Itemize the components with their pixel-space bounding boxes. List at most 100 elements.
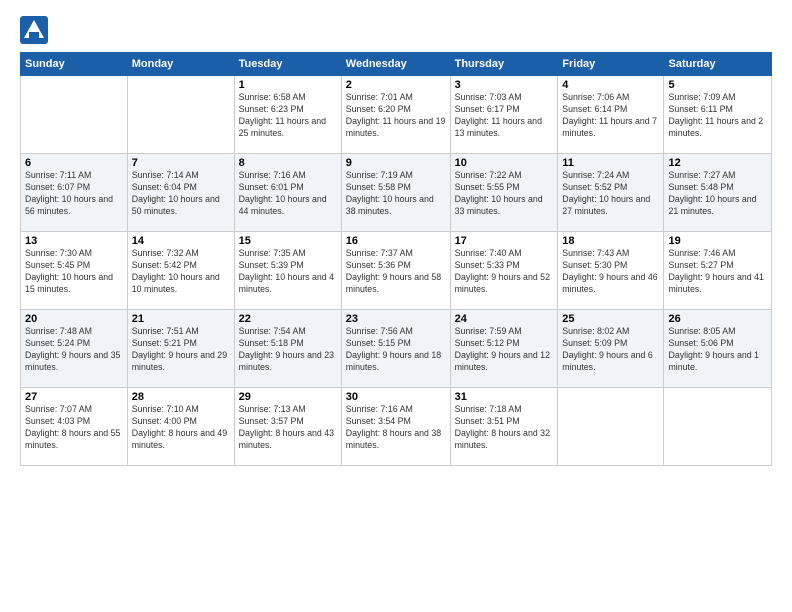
- calendar-cell: 23Sunrise: 7:56 AM Sunset: 5:15 PM Dayli…: [341, 310, 450, 388]
- calendar-cell: 24Sunrise: 7:59 AM Sunset: 5:12 PM Dayli…: [450, 310, 558, 388]
- day-info: Sunrise: 7:22 AM Sunset: 5:55 PM Dayligh…: [455, 170, 554, 218]
- day-number: 13: [25, 235, 123, 247]
- day-number: 27: [25, 391, 123, 403]
- day-info: Sunrise: 8:05 AM Sunset: 5:06 PM Dayligh…: [668, 326, 767, 374]
- day-number: 11: [562, 157, 659, 169]
- calendar-cell: 4Sunrise: 7:06 AM Sunset: 6:14 PM Daylig…: [558, 76, 664, 154]
- calendar-cell: 3Sunrise: 7:03 AM Sunset: 6:17 PM Daylig…: [450, 76, 558, 154]
- day-number: 15: [239, 235, 337, 247]
- calendar-cell: 7Sunrise: 7:14 AM Sunset: 6:04 PM Daylig…: [127, 154, 234, 232]
- page-header: [20, 16, 772, 44]
- week-row-2: 6Sunrise: 7:11 AM Sunset: 6:07 PM Daylig…: [21, 154, 772, 232]
- calendar-cell: 1Sunrise: 6:58 AM Sunset: 6:23 PM Daylig…: [234, 76, 341, 154]
- day-number: 23: [346, 313, 446, 325]
- calendar-cell: 9Sunrise: 7:19 AM Sunset: 5:58 PM Daylig…: [341, 154, 450, 232]
- day-number: 3: [455, 79, 554, 91]
- calendar-cell: [558, 388, 664, 466]
- day-number: 16: [346, 235, 446, 247]
- calendar-cell: 18Sunrise: 7:43 AM Sunset: 5:30 PM Dayli…: [558, 232, 664, 310]
- day-number: 24: [455, 313, 554, 325]
- calendar-cell: 12Sunrise: 7:27 AM Sunset: 5:48 PM Dayli…: [664, 154, 772, 232]
- day-number: 10: [455, 157, 554, 169]
- day-info: Sunrise: 7:16 AM Sunset: 3:54 PM Dayligh…: [346, 404, 446, 452]
- calendar-cell: 28Sunrise: 7:10 AM Sunset: 4:00 PM Dayli…: [127, 388, 234, 466]
- calendar-cell: 8Sunrise: 7:16 AM Sunset: 6:01 PM Daylig…: [234, 154, 341, 232]
- weekday-header-sunday: Sunday: [21, 53, 128, 76]
- day-number: 18: [562, 235, 659, 247]
- calendar-cell: 21Sunrise: 7:51 AM Sunset: 5:21 PM Dayli…: [127, 310, 234, 388]
- week-row-1: 1Sunrise: 6:58 AM Sunset: 6:23 PM Daylig…: [21, 76, 772, 154]
- calendar-cell: 14Sunrise: 7:32 AM Sunset: 5:42 PM Dayli…: [127, 232, 234, 310]
- calendar-cell: 31Sunrise: 7:18 AM Sunset: 3:51 PM Dayli…: [450, 388, 558, 466]
- day-number: 12: [668, 157, 767, 169]
- day-info: Sunrise: 7:16 AM Sunset: 6:01 PM Dayligh…: [239, 170, 337, 218]
- day-number: 6: [25, 157, 123, 169]
- day-info: Sunrise: 7:40 AM Sunset: 5:33 PM Dayligh…: [455, 248, 554, 296]
- day-info: Sunrise: 7:43 AM Sunset: 5:30 PM Dayligh…: [562, 248, 659, 296]
- day-info: Sunrise: 7:03 AM Sunset: 6:17 PM Dayligh…: [455, 92, 554, 140]
- day-info: Sunrise: 7:46 AM Sunset: 5:27 PM Dayligh…: [668, 248, 767, 296]
- day-info: Sunrise: 7:59 AM Sunset: 5:12 PM Dayligh…: [455, 326, 554, 374]
- day-info: Sunrise: 7:54 AM Sunset: 5:18 PM Dayligh…: [239, 326, 337, 374]
- day-number: 14: [132, 235, 230, 247]
- calendar-cell: 6Sunrise: 7:11 AM Sunset: 6:07 PM Daylig…: [21, 154, 128, 232]
- calendar-page: SundayMondayTuesdayWednesdayThursdayFrid…: [0, 0, 792, 612]
- day-info: Sunrise: 7:32 AM Sunset: 5:42 PM Dayligh…: [132, 248, 230, 296]
- calendar-cell: 20Sunrise: 7:48 AM Sunset: 5:24 PM Dayli…: [21, 310, 128, 388]
- day-number: 25: [562, 313, 659, 325]
- day-info: Sunrise: 7:30 AM Sunset: 5:45 PM Dayligh…: [25, 248, 123, 296]
- calendar-cell: [127, 76, 234, 154]
- day-info: Sunrise: 7:10 AM Sunset: 4:00 PM Dayligh…: [132, 404, 230, 452]
- weekday-header-tuesday: Tuesday: [234, 53, 341, 76]
- day-number: 28: [132, 391, 230, 403]
- calendar-cell: 17Sunrise: 7:40 AM Sunset: 5:33 PM Dayli…: [450, 232, 558, 310]
- day-info: Sunrise: 7:18 AM Sunset: 3:51 PM Dayligh…: [455, 404, 554, 452]
- calendar-cell: 11Sunrise: 7:24 AM Sunset: 5:52 PM Dayli…: [558, 154, 664, 232]
- calendar-cell: 26Sunrise: 8:05 AM Sunset: 5:06 PM Dayli…: [664, 310, 772, 388]
- day-number: 8: [239, 157, 337, 169]
- logo: [20, 16, 50, 44]
- day-number: 26: [668, 313, 767, 325]
- day-info: Sunrise: 7:56 AM Sunset: 5:15 PM Dayligh…: [346, 326, 446, 374]
- calendar-cell: 15Sunrise: 7:35 AM Sunset: 5:39 PM Dayli…: [234, 232, 341, 310]
- day-number: 30: [346, 391, 446, 403]
- calendar-cell: [21, 76, 128, 154]
- day-info: Sunrise: 7:35 AM Sunset: 5:39 PM Dayligh…: [239, 248, 337, 296]
- weekday-header-monday: Monday: [127, 53, 234, 76]
- weekday-header-friday: Friday: [558, 53, 664, 76]
- day-info: Sunrise: 7:09 AM Sunset: 6:11 PM Dayligh…: [668, 92, 767, 140]
- day-number: 22: [239, 313, 337, 325]
- day-info: Sunrise: 7:11 AM Sunset: 6:07 PM Dayligh…: [25, 170, 123, 218]
- day-info: Sunrise: 7:07 AM Sunset: 4:03 PM Dayligh…: [25, 404, 123, 452]
- calendar-cell: 22Sunrise: 7:54 AM Sunset: 5:18 PM Dayli…: [234, 310, 341, 388]
- calendar-table: SundayMondayTuesdayWednesdayThursdayFrid…: [20, 52, 772, 466]
- day-number: 29: [239, 391, 337, 403]
- day-info: Sunrise: 7:06 AM Sunset: 6:14 PM Dayligh…: [562, 92, 659, 140]
- day-info: Sunrise: 7:01 AM Sunset: 6:20 PM Dayligh…: [346, 92, 446, 140]
- day-number: 31: [455, 391, 554, 403]
- day-number: 20: [25, 313, 123, 325]
- day-number: 1: [239, 79, 337, 91]
- calendar-cell: 25Sunrise: 8:02 AM Sunset: 5:09 PM Dayli…: [558, 310, 664, 388]
- day-info: Sunrise: 8:02 AM Sunset: 5:09 PM Dayligh…: [562, 326, 659, 374]
- day-number: 17: [455, 235, 554, 247]
- day-info: Sunrise: 7:37 AM Sunset: 5:36 PM Dayligh…: [346, 248, 446, 296]
- week-row-5: 27Sunrise: 7:07 AM Sunset: 4:03 PM Dayli…: [21, 388, 772, 466]
- day-number: 19: [668, 235, 767, 247]
- calendar-cell: 2Sunrise: 7:01 AM Sunset: 6:20 PM Daylig…: [341, 76, 450, 154]
- weekday-header-wednesday: Wednesday: [341, 53, 450, 76]
- day-info: Sunrise: 7:13 AM Sunset: 3:57 PM Dayligh…: [239, 404, 337, 452]
- calendar-cell: 16Sunrise: 7:37 AM Sunset: 5:36 PM Dayli…: [341, 232, 450, 310]
- day-number: 4: [562, 79, 659, 91]
- calendar-cell: 13Sunrise: 7:30 AM Sunset: 5:45 PM Dayli…: [21, 232, 128, 310]
- day-number: 9: [346, 157, 446, 169]
- weekday-header-saturday: Saturday: [664, 53, 772, 76]
- calendar-cell: 29Sunrise: 7:13 AM Sunset: 3:57 PM Dayli…: [234, 388, 341, 466]
- calendar-cell: 30Sunrise: 7:16 AM Sunset: 3:54 PM Dayli…: [341, 388, 450, 466]
- day-info: Sunrise: 7:48 AM Sunset: 5:24 PM Dayligh…: [25, 326, 123, 374]
- day-info: Sunrise: 7:24 AM Sunset: 5:52 PM Dayligh…: [562, 170, 659, 218]
- logo-icon: [20, 16, 48, 44]
- day-number: 7: [132, 157, 230, 169]
- calendar-cell: 5Sunrise: 7:09 AM Sunset: 6:11 PM Daylig…: [664, 76, 772, 154]
- calendar-cell: 10Sunrise: 7:22 AM Sunset: 5:55 PM Dayli…: [450, 154, 558, 232]
